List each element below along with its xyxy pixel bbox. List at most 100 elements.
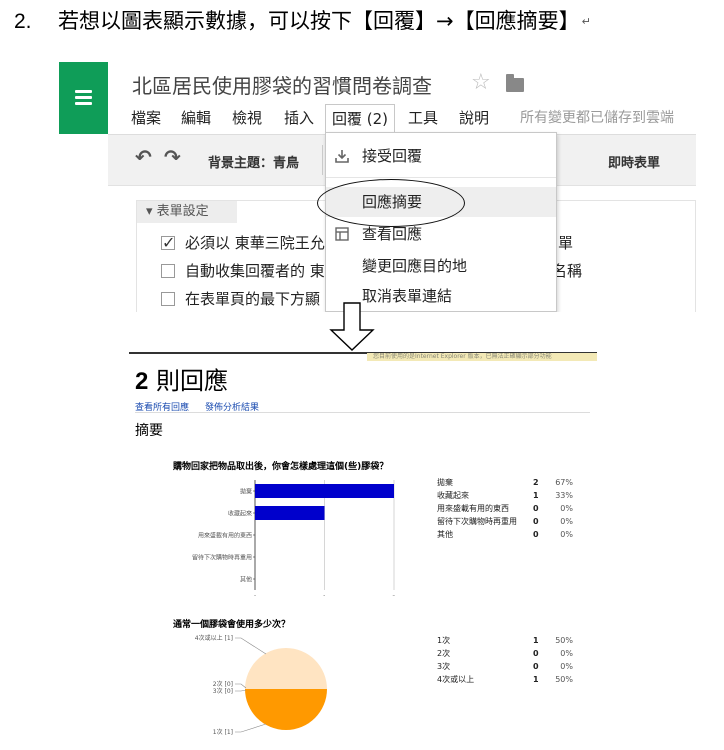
- menu-edit[interactable]: 編輯: [175, 104, 217, 132]
- stat-label: 拋棄: [437, 478, 453, 487]
- stat-label: 收藏起來: [437, 491, 469, 500]
- question-title: 通常一個膠袋會使用多少次？: [173, 620, 291, 630]
- menu-help[interactable]: 說明: [453, 104, 495, 132]
- theme-label[interactable]: 背景主題：青鳥: [208, 152, 299, 171]
- stat-row: 3次 0 0%: [437, 660, 587, 673]
- browser-notice: 您目前使用的是Internet Explorer 版本，已無法正確顯示部分功能: [367, 353, 597, 361]
- stat-percent: 0%: [560, 649, 573, 658]
- x-tick-label: 0: [253, 595, 257, 596]
- save-status: 所有變更都已儲存到雲端: [520, 110, 674, 126]
- stat-label: 其他: [437, 530, 453, 539]
- stat-row: 其他 0 0%: [437, 528, 587, 541]
- pie-label: 3次 [0]: [213, 687, 233, 695]
- stat-percent: 67%: [555, 478, 573, 487]
- responses-count-text: 則回應: [148, 367, 228, 395]
- menu-view[interactable]: 檢視: [226, 104, 268, 132]
- stat-percent: 0%: [560, 530, 573, 539]
- menu-tools[interactable]: 工具: [402, 104, 444, 132]
- setting-text: 必須以 東華三院王允: [185, 234, 325, 252]
- stat-label: 4次或以上: [437, 675, 475, 684]
- x-tick-label: 1: [323, 595, 327, 596]
- leader-line: [235, 689, 247, 692]
- setting-text: 在表單頁的最下方顯: [185, 290, 321, 308]
- stat-label: 用來盛載有用的東西: [437, 504, 509, 513]
- category-label: 收藏起來: [228, 510, 252, 518]
- redo-icon[interactable]: ↷: [164, 145, 181, 169]
- menu-insert[interactable]: 插入: [278, 104, 320, 132]
- stat-row: 4次或以上 1 50%: [437, 673, 587, 686]
- stat-count: 0: [533, 530, 539, 539]
- stat-label: 3次: [437, 662, 451, 671]
- stat-row: 1次 1 50%: [437, 634, 587, 647]
- stat-count: 0: [533, 662, 539, 671]
- leader-line: [235, 683, 247, 689]
- stat-count: 1: [533, 636, 539, 645]
- toolbar-divider: [322, 145, 323, 175]
- stat-row: 2次 0 0%: [437, 647, 587, 660]
- stat-percent: 0%: [560, 517, 573, 526]
- checkbox-checked[interactable]: [161, 232, 175, 254]
- view-responses-icon: [335, 227, 349, 241]
- responses-count: 2: [135, 368, 149, 395]
- menu-responses[interactable]: 回覆 (2): [325, 104, 396, 133]
- change-destination-item[interactable]: 變更回應目的地: [326, 251, 556, 281]
- pie-label: 2次 [0]: [213, 680, 233, 688]
- setting-text: 自動收集回覆者的 東: [185, 262, 325, 280]
- accept-responses-icon: [335, 150, 349, 163]
- view-responses-label: 查看回應: [362, 225, 423, 243]
- pie-label: 1次 [1]: [213, 728, 233, 736]
- stat-row: 留待下次購物時再重用 0 0%: [437, 515, 587, 528]
- stat-label: 1次: [437, 636, 451, 645]
- pie-label: 4次或以上 [1]: [195, 634, 233, 642]
- form-settings-header[interactable]: ▾ 表單設定: [137, 201, 237, 223]
- bar-chart: 0 1 2 拋棄收藏起來用來盛載有用的東西留待下次購物時再重用其他: [192, 480, 396, 596]
- form-settings-title: 表單設定: [156, 204, 209, 219]
- highlight-ellipse: [317, 179, 465, 227]
- stat-label: 留待下次購物時再重用: [437, 517, 517, 526]
- response-summary-screenshot: 您目前使用的是Internet Explorer 版本，已無法正確顯示部分功能 …: [129, 352, 597, 750]
- accept-responses-item[interactable]: 接受回覆: [326, 141, 556, 171]
- setting-row[interactable]: 自動收集回覆者的 東: [161, 260, 325, 282]
- bar: [255, 484, 394, 498]
- step-number: 2.: [14, 10, 32, 33]
- stat-percent: 0%: [560, 504, 573, 513]
- pie-slice: [245, 689, 327, 730]
- folder-icon[interactable]: [506, 74, 524, 92]
- setting-text-tail: 單: [558, 234, 574, 252]
- change-destination-label: 變更回應目的地: [362, 257, 468, 275]
- undo-icon[interactable]: ↶: [135, 145, 152, 169]
- stat-percent: 50%: [555, 636, 573, 645]
- setting-row[interactable]: 在表單頁的最下方顯: [161, 288, 320, 310]
- forms-editor-screenshot: 北區居民使用膠袋的習慣問卷調查 ☆ 檔案 編輯 檢視 插入 回覆 (2) 工具 …: [59, 62, 696, 312]
- stat-row: 拋棄 2 67%: [437, 476, 587, 489]
- question-title: 購物回家把物品取出後，你會怎樣處理這個(些)膠袋？: [173, 462, 389, 472]
- stat-percent: 50%: [555, 675, 573, 684]
- menu-divider: [326, 177, 556, 178]
- stat-percent: 0%: [560, 662, 573, 671]
- star-icon[interactable]: ☆: [471, 70, 491, 95]
- menu-file[interactable]: 檔案: [125, 104, 167, 132]
- stat-count: 0: [533, 649, 539, 658]
- down-arrow-icon: [329, 302, 375, 351]
- send-form-label[interactable]: 即時表單: [608, 152, 660, 171]
- menu-icon[interactable]: [59, 62, 108, 134]
- summary-heading: 摘要: [135, 423, 163, 439]
- stat-count: 0: [533, 517, 539, 526]
- checkbox[interactable]: [161, 264, 175, 278]
- leader-line: [235, 637, 267, 655]
- responses-count-heading: 2 則回應: [135, 361, 228, 396]
- stat-percent: 33%: [555, 491, 573, 500]
- checkbox[interactable]: [161, 292, 175, 306]
- setting-row[interactable]: 必須以 東華三院王允: [161, 232, 325, 254]
- stat-label: 2次: [437, 649, 451, 658]
- document-title[interactable]: 北區居民使用膠袋的習慣問卷調查: [132, 70, 432, 99]
- stat-count: 1: [533, 675, 539, 684]
- category-label: 其他: [240, 576, 252, 584]
- instruction-line: 2. 若想以圖表顯示數據，可以按下【回覆】→【回應摘要】 ↵: [14, 6, 591, 36]
- accept-responses-label: 接受回覆: [362, 147, 423, 165]
- instruction-text: 若想以圖表顯示數據，可以按下【回覆】→【回應摘要】: [58, 9, 580, 33]
- pie-chart: 4次或以上 [1] 2次 [0]3次 [0] 1次 [1]: [195, 634, 327, 736]
- stat-count: 1: [533, 491, 539, 500]
- category-label: 用來盛載有用的東西: [198, 532, 252, 540]
- stat-row: 收藏起來 1 33%: [437, 489, 587, 502]
